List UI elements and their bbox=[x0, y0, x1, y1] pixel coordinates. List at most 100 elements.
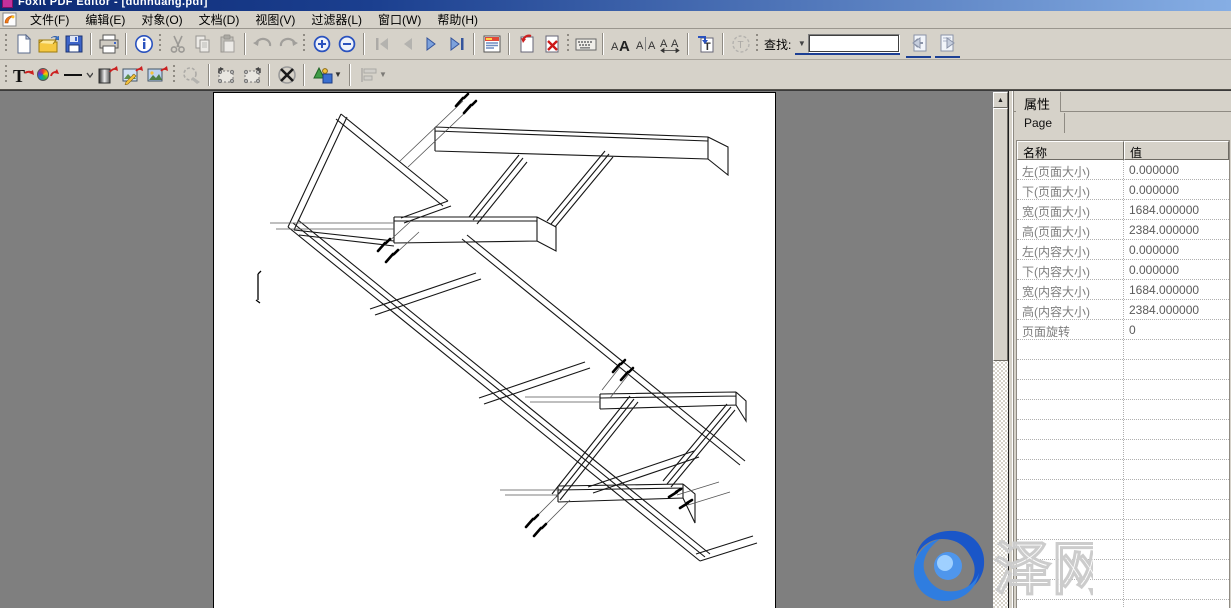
keyboard-button[interactable] bbox=[573, 32, 598, 57]
open-document-button[interactable] bbox=[36, 32, 61, 57]
separator bbox=[268, 64, 270, 86]
add-text-button[interactable]: T bbox=[11, 62, 36, 87]
table-row[interactable]: 高(页面大小)2384.000000 bbox=[1017, 220, 1229, 240]
redo-button[interactable] bbox=[275, 32, 300, 57]
prop-name: 下(内容大小) bbox=[1017, 260, 1124, 279]
tab-page[interactable]: Page bbox=[1016, 113, 1065, 133]
svg-text:A: A bbox=[671, 38, 679, 50]
previous-page-button[interactable] bbox=[394, 32, 419, 57]
menu-file[interactable]: 文件(F) bbox=[22, 10, 77, 30]
edit-path-button[interactable] bbox=[179, 62, 204, 87]
copy-button[interactable] bbox=[190, 32, 215, 57]
add-color-button[interactable] bbox=[36, 62, 61, 87]
pdf-page[interactable] bbox=[213, 92, 776, 608]
find-dropdown-button[interactable]: ▼ bbox=[795, 34, 808, 53]
table-row[interactable]: 下(内容大小)0.000000 bbox=[1017, 260, 1229, 280]
table-row[interactable]: 左(内容大小)0.000000 bbox=[1017, 240, 1229, 260]
menu-filter[interactable]: 过滤器(L) bbox=[303, 10, 370, 30]
menu-edit[interactable]: 编辑(E) bbox=[77, 10, 133, 30]
app-icon bbox=[2, 0, 13, 8]
add-image-icon bbox=[147, 65, 169, 85]
add-text-icon: T bbox=[12, 65, 35, 85]
font-spacing-button[interactable]: AA bbox=[658, 32, 683, 57]
document-info-button[interactable] bbox=[131, 32, 156, 57]
bring-forward-button[interactable] bbox=[239, 62, 264, 87]
svg-text:A: A bbox=[619, 38, 630, 53]
zoom-in-button[interactable] bbox=[309, 32, 334, 57]
cut-button[interactable] bbox=[165, 32, 190, 57]
menu-help[interactable]: 帮助(H) bbox=[429, 10, 486, 30]
panel-caption-row: 属性 bbox=[1014, 91, 1231, 112]
info-icon bbox=[134, 34, 154, 54]
toolbar-grip[interactable] bbox=[158, 34, 161, 54]
toolbar-grip[interactable] bbox=[4, 34, 7, 54]
color-wheel-icon bbox=[37, 68, 49, 81]
add-shading-button[interactable] bbox=[95, 62, 120, 87]
printer-icon bbox=[98, 34, 120, 54]
scroll-up-button[interactable]: ▲ bbox=[993, 92, 1008, 108]
first-page-button[interactable] bbox=[369, 32, 394, 57]
last-page-button[interactable] bbox=[444, 32, 469, 57]
undo-button[interactable] bbox=[250, 32, 275, 57]
panel-title-tab[interactable]: 属性 bbox=[1016, 92, 1061, 112]
new-document-button[interactable] bbox=[11, 32, 36, 57]
find-next-button[interactable] bbox=[935, 31, 960, 56]
toolbar-grip[interactable] bbox=[172, 65, 175, 85]
toolbar-grip[interactable] bbox=[566, 34, 569, 54]
document-window-icon[interactable] bbox=[2, 12, 18, 27]
save-document-button[interactable] bbox=[61, 32, 86, 57]
table-row[interactable]: 左(页面大小)0.000000 bbox=[1017, 160, 1229, 180]
separator bbox=[473, 33, 475, 55]
toolbar-grip[interactable] bbox=[755, 34, 758, 54]
prop-value: 0.000000 bbox=[1124, 240, 1229, 259]
menu-object[interactable]: 对象(O) bbox=[133, 10, 190, 30]
add-shape-button[interactable]: ▼ bbox=[309, 62, 345, 87]
paste-button[interactable] bbox=[215, 32, 240, 57]
column-header-name[interactable]: 名称 bbox=[1017, 141, 1124, 160]
svg-text:A: A bbox=[648, 40, 656, 52]
align-objects-button[interactable]: ▼ bbox=[355, 62, 391, 87]
separator bbox=[508, 33, 510, 55]
delete-object-button[interactable] bbox=[274, 62, 299, 87]
next-page-button[interactable] bbox=[419, 32, 444, 57]
edit-path-icon bbox=[181, 65, 203, 85]
text-circle-button[interactable]: T bbox=[728, 32, 753, 57]
table-row[interactable]: 高(内容大小)2384.000000 bbox=[1017, 300, 1229, 320]
svg-text:A: A bbox=[611, 41, 619, 53]
open-folder-icon bbox=[38, 34, 59, 54]
scrollbar-thumb[interactable] bbox=[993, 108, 1008, 361]
svg-text:T: T bbox=[737, 40, 743, 51]
delete-page-button[interactable] bbox=[539, 32, 564, 57]
separator bbox=[687, 33, 689, 55]
zoom-out-button[interactable] bbox=[334, 32, 359, 57]
menu-document[interactable]: 文档(D) bbox=[191, 10, 248, 30]
font-kerning-button[interactable]: AA bbox=[633, 32, 658, 57]
rotate-page-button[interactable] bbox=[514, 32, 539, 57]
column-header-value[interactable]: 值 bbox=[1124, 141, 1229, 160]
toolbar-grip[interactable] bbox=[302, 34, 305, 54]
table-row[interactable]: 页面旋转0 bbox=[1017, 320, 1229, 340]
delete-page-icon bbox=[542, 34, 562, 54]
find-input[interactable] bbox=[808, 34, 900, 53]
import-text-button[interactable]: T bbox=[693, 32, 718, 57]
table-row[interactable]: 宽(页面大小)1684.000000 bbox=[1017, 200, 1229, 220]
font-kerning-icon: AA bbox=[635, 35, 657, 53]
line-style-button[interactable] bbox=[61, 62, 95, 87]
edit-image-button[interactable] bbox=[120, 62, 145, 87]
print-button[interactable] bbox=[96, 32, 121, 57]
table-row[interactable]: 宽(内容大小)1684.000000 bbox=[1017, 280, 1229, 300]
svg-text:T: T bbox=[13, 66, 25, 85]
last-page-icon bbox=[448, 36, 466, 52]
table-row[interactable]: 下(页面大小)0.000000 bbox=[1017, 180, 1229, 200]
page-layout-button[interactable] bbox=[479, 32, 504, 57]
prop-value: 1684.000000 bbox=[1124, 280, 1229, 299]
find-previous-button[interactable] bbox=[906, 31, 931, 56]
menu-view[interactable]: 视图(V) bbox=[247, 10, 303, 30]
add-image-button[interactable] bbox=[145, 62, 170, 87]
toolbar-grip[interactable] bbox=[4, 65, 7, 85]
font-size-button[interactable]: AA bbox=[608, 32, 633, 57]
title-bar: Foxit PDF Editor - [dunhuang.pdf] bbox=[0, 0, 1231, 11]
send-backward-button[interactable] bbox=[214, 62, 239, 87]
menu-window[interactable]: 窗口(W) bbox=[370, 10, 429, 30]
vertical-scrollbar[interactable]: ▲ bbox=[993, 92, 1008, 608]
